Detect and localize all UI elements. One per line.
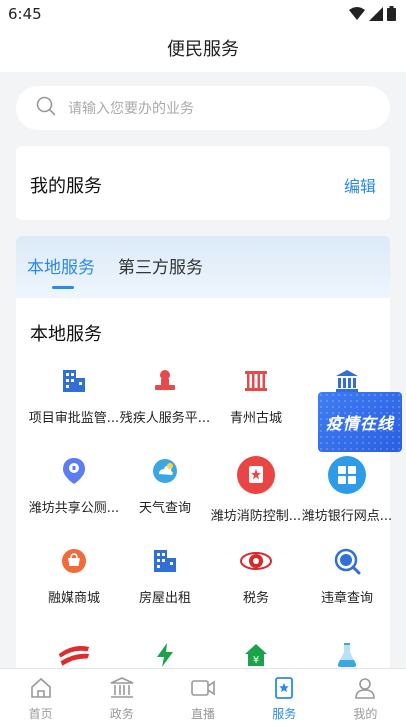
epidemic-online-badge[interactable]: 疫情在线 <box>318 392 402 452</box>
nav-label: 我的 <box>353 707 378 721</box>
bank-grid-icon <box>326 454 368 496</box>
service-item-fire-control[interactable]: 潍坊消防控制... <box>210 454 302 524</box>
weather-icon <box>148 454 182 488</box>
service-item-project-approval[interactable]: 项目审批监管... <box>28 364 120 426</box>
nav-item-government[interactable]: 政务 <box>81 669 162 723</box>
house-rent-icon <box>148 544 182 578</box>
page-title: 便民服务 <box>167 39 239 60</box>
edit-button[interactable]: 编辑 <box>344 173 376 197</box>
service-item-label: 项目审批监管... <box>28 411 120 426</box>
violation-search-icon <box>330 544 364 578</box>
housing-fund-icon: ¥ <box>239 638 273 672</box>
bottom-nav: 首页 政务 直播 服务 我的 <box>0 668 406 723</box>
service-item-weather[interactable]: 天气查询 <box>119 454 211 516</box>
svg-text:¥: ¥ <box>253 655 259 666</box>
nav-item-mine[interactable]: 我的 <box>325 669 406 723</box>
signal-icon <box>369 6 383 25</box>
service-item-media-mall[interactable]: 融媒商城 <box>28 544 120 606</box>
service-item-label: 天气查询 <box>138 501 191 516</box>
service-item-label: 青州古城 <box>229 411 282 426</box>
nav-label: 服务 <box>272 707 297 721</box>
status-bar: 6:45 <box>0 0 406 28</box>
service-item-label: 房屋出租 <box>138 591 191 606</box>
service-item-label: 税务 <box>242 591 269 606</box>
local-services-heading: 本地服务 <box>30 324 102 345</box>
nav-label: 首页 <box>28 707 53 721</box>
service-item-house-rental[interactable]: 房屋出租 <box>119 544 211 606</box>
government-icon <box>109 677 135 704</box>
search-icon <box>36 96 56 120</box>
home-icon <box>29 677 53 704</box>
service-item-label: 残疾人服务平... <box>119 411 211 426</box>
my-services-card: 我的服务 编辑 <box>16 146 390 220</box>
airline-logo-icon <box>57 638 91 672</box>
video-icon <box>190 680 216 704</box>
service-item-label: 融媒商城 <box>47 591 100 606</box>
service-item-airline[interactable] <box>28 638 120 672</box>
local-services-card: 本地服务 项目审批监管... 残疾人服务平... 青州古城 青... 潍坊共享公… <box>16 298 393 678</box>
my-services-heading: 我的服务 <box>30 176 102 197</box>
nav-item-service[interactable]: 服务 <box>244 669 325 723</box>
nav-label: 政务 <box>109 707 134 721</box>
nav-item-live[interactable]: 直播 <box>162 669 243 723</box>
service-item-violation-query[interactable]: 违章查询 <box>301 544 393 606</box>
service-item-qingzhou-old-town[interactable]: 青州古城 <box>210 364 302 426</box>
tab-third-party-services[interactable]: 第三方服务 <box>118 253 203 278</box>
search-placeholder: 请输入您要办的业务 <box>68 101 194 117</box>
nav-label: 直播 <box>191 707 216 721</box>
active-tab-indicator <box>52 286 74 289</box>
service-item-label: 潍坊银行网点... <box>301 509 393 524</box>
lightning-icon <box>148 638 182 672</box>
shopping-basket-icon <box>57 544 91 578</box>
service-item-tax[interactable]: 税务 <box>210 544 302 606</box>
epidemic-online-label: 疫情在线 <box>325 414 394 433</box>
service-icon <box>272 677 296 704</box>
service-item-label: 潍坊消防控制... <box>210 509 302 524</box>
service-item-lab[interactable] <box>301 638 393 672</box>
tax-emblem-icon <box>239 544 273 578</box>
tab-local-services[interactable]: 本地服务 <box>27 253 95 278</box>
service-tabs: 本地服务 第三方服务 <box>16 236 390 298</box>
status-time: 6:45 <box>8 5 42 23</box>
seal-stamp-icon <box>148 364 182 398</box>
ancient-gate-icon <box>239 364 273 398</box>
flask-icon <box>330 638 364 672</box>
search-input[interactable]: 请输入您要办的业务 <box>16 86 390 130</box>
service-item-shared-toilet[interactable]: 潍坊共享公厕... <box>28 454 120 516</box>
service-item-label: 潍坊共享公厕... <box>28 501 120 516</box>
service-item-housing-fund[interactable]: ¥ <box>210 638 302 672</box>
service-item-bank-branches[interactable]: 潍坊银行网点... <box>301 454 393 524</box>
service-item-electricity[interactable] <box>119 638 211 672</box>
battery-icon <box>387 6 396 25</box>
service-item-disabled-service[interactable]: 残疾人服务平... <box>119 364 211 426</box>
user-icon <box>353 678 377 704</box>
wifi-icon <box>349 6 365 25</box>
status-icons <box>349 6 396 25</box>
nav-item-home[interactable]: 首页 <box>0 669 81 723</box>
title-bar: 便民服务 <box>0 28 406 72</box>
building-icon <box>57 364 91 398</box>
fire-badge-icon <box>235 454 277 496</box>
service-item-label: 违章查询 <box>320 591 373 606</box>
toilet-pin-icon <box>57 454 91 488</box>
